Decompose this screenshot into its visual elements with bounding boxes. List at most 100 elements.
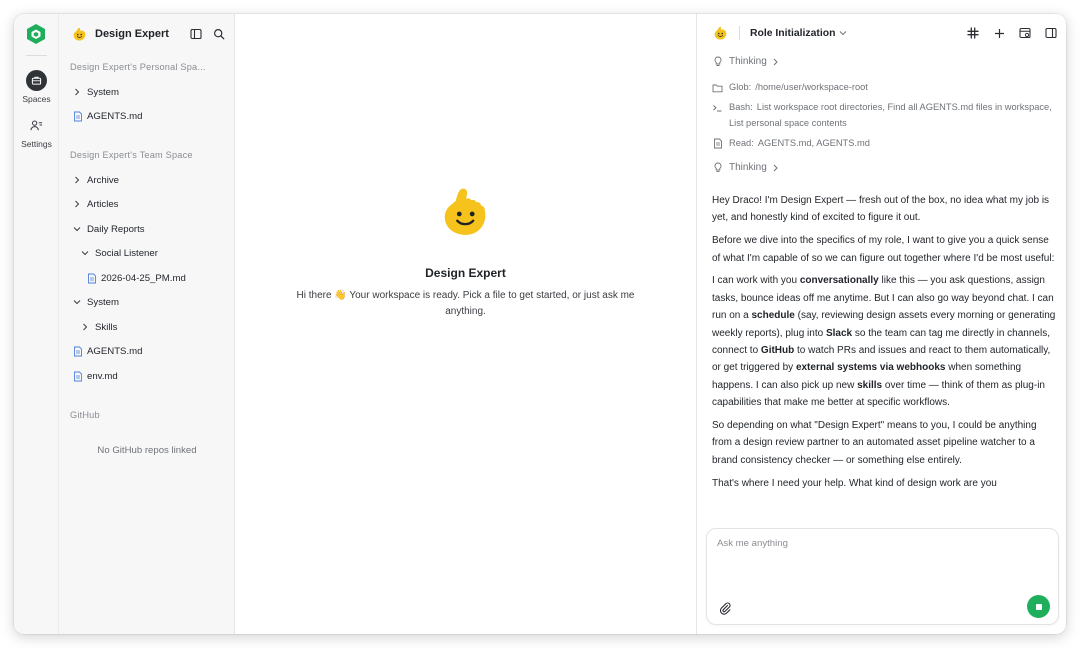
tree-item-label: Articles bbox=[87, 198, 119, 210]
lightbulb-icon bbox=[712, 162, 723, 173]
chevron-right-icon bbox=[71, 86, 83, 98]
tool-log-key: Glob: bbox=[729, 82, 752, 92]
paperclip-icon[interactable] bbox=[718, 601, 732, 615]
tree-file-agents[interactable]: AGENTS.md bbox=[72, 106, 142, 126]
tree-item-label: System bbox=[87, 296, 119, 308]
chat-header: Role Initialization bbox=[697, 14, 1066, 52]
chevron-right-icon bbox=[79, 321, 91, 333]
tree-folder-social-listener[interactable]: Social Listener bbox=[79, 243, 158, 263]
tree-folder-archive[interactable]: Archive bbox=[71, 170, 119, 190]
tree-folder-system[interactable]: System bbox=[71, 82, 119, 102]
search-icon bbox=[213, 28, 225, 40]
app-logo-icon bbox=[27, 24, 45, 44]
file-icon bbox=[86, 273, 97, 284]
tree-file-env[interactable]: env.md bbox=[72, 366, 118, 386]
chevron-down-icon bbox=[71, 223, 83, 235]
header-divider bbox=[739, 26, 740, 40]
rail-item-label: Spaces bbox=[22, 94, 51, 104]
welcome-panel: Design Expert Hi there 👋 Your workspace … bbox=[235, 184, 696, 320]
mascot-avatar-icon bbox=[714, 26, 727, 40]
slack-icon bbox=[967, 27, 979, 39]
sidebar-title: Design Expert bbox=[95, 28, 169, 40]
tree-folder-system-team[interactable]: System bbox=[71, 292, 119, 312]
personal-space-label: Design Expert's Personal Spa... bbox=[70, 62, 206, 72]
search-button[interactable] bbox=[211, 26, 227, 42]
tree-item-label: Daily Reports bbox=[87, 223, 145, 235]
tree-file-report[interactable]: 2026-04-25_PM.md bbox=[86, 268, 186, 288]
slack-button[interactable] bbox=[965, 25, 981, 41]
github-empty-message: No GitHub repos linked bbox=[97, 445, 197, 456]
message-paragraph: That's where I need your help. What kind… bbox=[712, 477, 997, 489]
file-icon bbox=[72, 371, 83, 382]
chevron-right-icon bbox=[71, 198, 83, 210]
thinking-label: Thinking bbox=[729, 162, 767, 173]
tree-item-label: Archive bbox=[87, 174, 119, 186]
rail-item-spaces[interactable]: Spaces bbox=[14, 70, 59, 104]
rail-item-settings[interactable]: Settings bbox=[14, 115, 59, 149]
chat-toolbar bbox=[955, 25, 1059, 41]
rail-item-label: Settings bbox=[21, 139, 52, 149]
rail-divider bbox=[26, 55, 47, 56]
file-icon bbox=[72, 111, 83, 122]
role-title-dropdown[interactable]: Role Initialization bbox=[750, 28, 835, 39]
team-space-label: Design Expert's Team Space bbox=[70, 150, 193, 160]
tool-log-read: Read: AGENTS.md, AGENTS.md bbox=[712, 135, 1052, 151]
chevron-down-icon bbox=[79, 247, 91, 259]
toggle-sidebar-button[interactable] bbox=[188, 26, 204, 42]
assistant-message: Hey Draco! I'm Design Expert — fresh out… bbox=[712, 192, 1056, 518]
thinking-toggle[interactable]: Thinking bbox=[712, 56, 779, 67]
tree-folder-articles[interactable]: Articles bbox=[71, 194, 118, 214]
toggle-panel-button[interactable] bbox=[1043, 25, 1059, 41]
tree-folder-daily-reports[interactable]: Daily Reports bbox=[71, 219, 145, 239]
tool-log-value: /home/user/workspace-root bbox=[755, 82, 868, 92]
welcome-title: Design Expert bbox=[425, 266, 506, 280]
sidebar-header: Design Expert bbox=[71, 24, 227, 44]
chat-panel: Role Initialization Thinking Glob: /home… bbox=[696, 14, 1066, 634]
tree-item-label: Social Listener bbox=[95, 247, 158, 259]
tool-log-value: List workspace root directories, Find al… bbox=[729, 102, 1052, 128]
tree-item-label: 2026-04-25_PM.md bbox=[101, 272, 186, 284]
chevron-right-icon bbox=[773, 58, 778, 65]
new-chat-button[interactable] bbox=[991, 25, 1007, 41]
tree-item-label: env.md bbox=[87, 370, 118, 382]
message-paragraph: I can work with you conversationally lik… bbox=[712, 275, 1056, 409]
thinking-toggle[interactable]: Thinking bbox=[712, 162, 779, 173]
tool-log-value: AGENTS.md, AGENTS.md bbox=[757, 138, 870, 148]
terminal-icon bbox=[712, 102, 723, 113]
tool-log-glob: Glob:/home/user/workspace-root bbox=[712, 79, 1052, 95]
chat-composer[interactable]: Ask me anything bbox=[706, 528, 1059, 625]
window-history-icon bbox=[1019, 27, 1031, 39]
github-section-label: GitHub bbox=[70, 410, 100, 420]
tree-item-label: Skills bbox=[95, 321, 118, 333]
history-button[interactable] bbox=[1017, 25, 1033, 41]
stop-icon bbox=[1035, 603, 1042, 610]
tree-item-label: AGENTS.md bbox=[87, 345, 143, 357]
message-paragraph: Hey Draco! I'm Design Expert — fresh out… bbox=[712, 195, 1050, 224]
panel-right-icon bbox=[1045, 27, 1057, 39]
briefcase-icon bbox=[26, 70, 47, 91]
chevron-down-icon bbox=[840, 31, 847, 36]
tool-log-key: Bash: bbox=[729, 102, 753, 112]
chevron-right-icon bbox=[773, 164, 778, 171]
thinking-label: Thinking bbox=[729, 56, 767, 67]
mascot-avatar-icon bbox=[73, 27, 86, 41]
user-settings-icon bbox=[26, 115, 47, 136]
message-paragraph: Before we dive into the specifics of my … bbox=[712, 235, 1055, 264]
composer-input[interactable]: Ask me anything bbox=[717, 538, 788, 549]
welcome-subtitle: Hi there 👋 Your workspace is ready. Pick… bbox=[296, 290, 635, 317]
lightbulb-icon bbox=[712, 56, 723, 67]
document-icon bbox=[712, 138, 723, 149]
nav-rail: Spaces Settings bbox=[14, 14, 59, 634]
file-icon bbox=[72, 346, 83, 357]
mascot-hand-icon bbox=[444, 188, 485, 235]
chevron-down-icon bbox=[71, 296, 83, 308]
folder-icon bbox=[712, 82, 723, 93]
tree-folder-skills[interactable]: Skills bbox=[79, 317, 117, 337]
tool-log-key: Read: bbox=[729, 138, 754, 148]
stop-button[interactable] bbox=[1027, 595, 1050, 618]
message-paragraph: So depending on what "Design Expert" mea… bbox=[712, 420, 1037, 466]
tree-file-agents-team[interactable]: AGENTS.md bbox=[72, 341, 142, 361]
plus-icon bbox=[994, 28, 1004, 38]
sidebar-panel-icon bbox=[190, 28, 202, 40]
tree-item-label: AGENTS.md bbox=[87, 110, 143, 122]
